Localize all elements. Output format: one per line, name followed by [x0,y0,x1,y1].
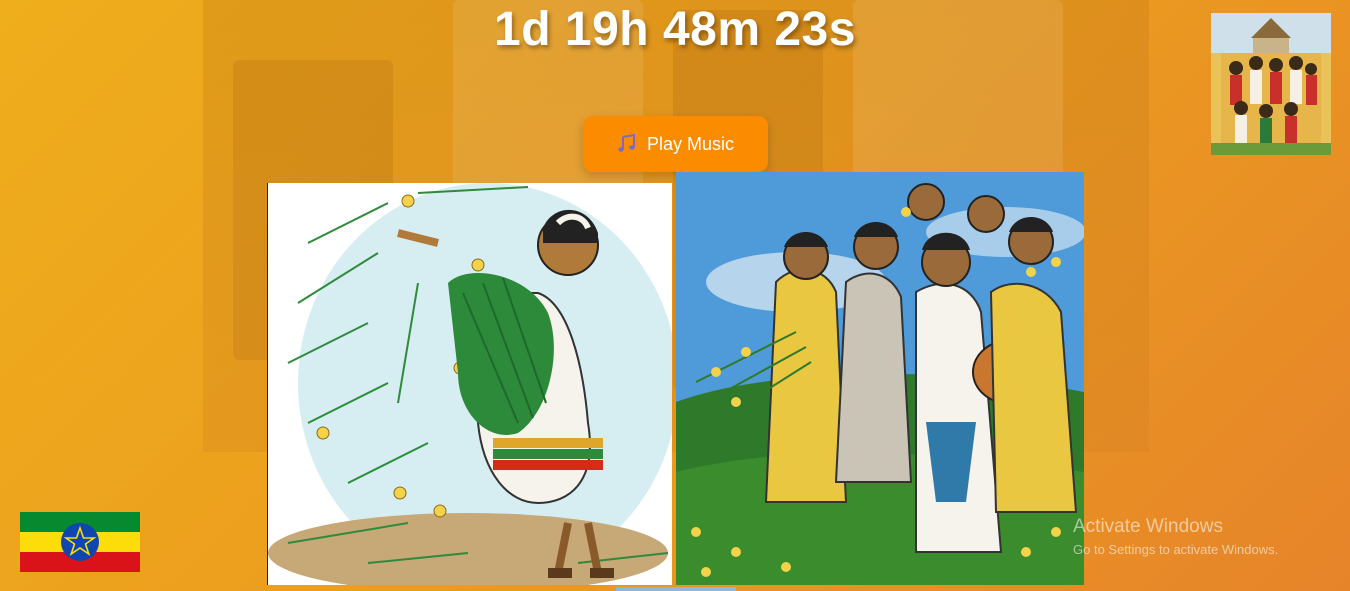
woman-with-flowers-art [267,183,672,585]
bottom-image-edge [616,587,736,591]
play-music-label: Play Music [646,133,735,154]
windows-activation-watermark: Activate Windows Go to Settings to activ… [1073,516,1278,557]
women-group-illustration [676,172,1084,585]
woman-with-flowers-illustration [268,183,672,585]
play-music-button[interactable]: Play Music [583,116,768,172]
celebration-thumbnail[interactable] [1211,13,1331,155]
celebration-group-image [1211,13,1331,155]
ethiopia-flag [20,512,140,572]
music-note-icon [618,134,635,152]
women-group-art [676,172,1084,585]
watermark-subtitle: Go to Settings to activate Windows. [1073,542,1279,557]
ethiopia-flag-image [20,512,140,572]
countdown-timer: 1d 19h 48m 23s [494,3,856,56]
watermark-title: Activate Windows [1073,516,1223,537]
